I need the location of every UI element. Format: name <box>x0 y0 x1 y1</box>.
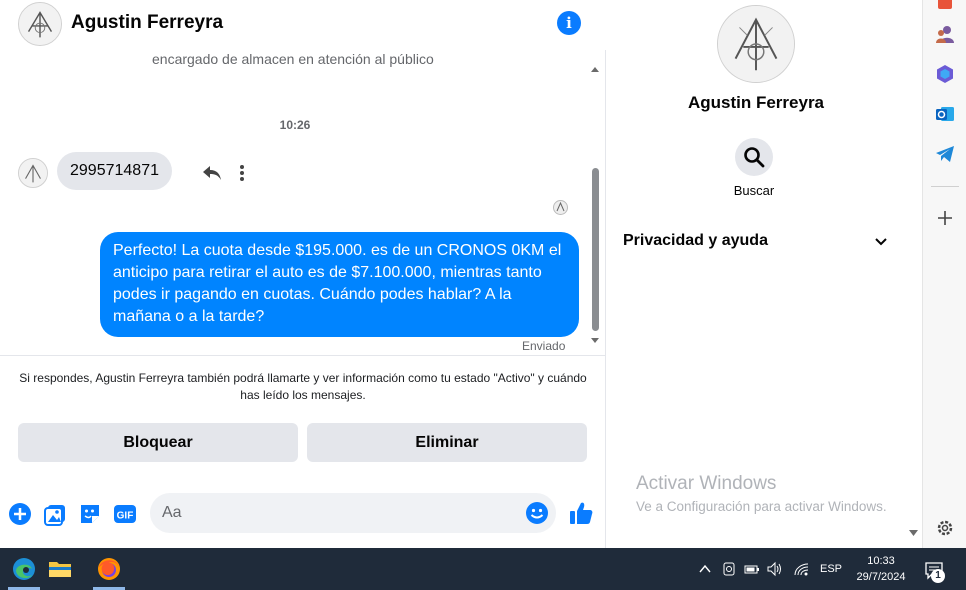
block-button[interactable]: Bloquear <box>18 423 298 462</box>
message-input-wrapper <box>150 493 556 533</box>
activate-windows-subtitle: Ve a Configuración para activar Windows. <box>636 499 887 514</box>
volume-icon[interactable] <box>767 561 783 577</box>
message-status: Enviado <box>522 339 566 353</box>
sidebar-divider <box>931 186 959 187</box>
battery-icon[interactable] <box>744 561 760 577</box>
outlook-icon[interactable] <box>935 104 955 124</box>
message-scrollbar[interactable] <box>592 168 599 331</box>
tools-icon[interactable] <box>935 0 955 12</box>
conversation-info-panel: Agustin Ferreyra Buscar Privacidad y ayu… <box>607 0 922 548</box>
settings-icon[interactable] <box>935 518 955 538</box>
message-input[interactable] <box>162 493 512 533</box>
clock-time: 10:33 <box>867 555 895 567</box>
search-button[interactable] <box>735 138 773 176</box>
search-icon <box>744 147 765 168</box>
tray-chevron-up-icon[interactable] <box>697 561 713 577</box>
chevron-down-icon <box>875 238 887 246</box>
panel-scroll-down-icon[interactable] <box>909 530 918 537</box>
read-receipt-avatar-icon <box>553 200 568 215</box>
meet-now-icon[interactable] <box>721 561 737 577</box>
clock[interactable]: 10:33 29/7/2024 <box>846 553 916 585</box>
plus-icon[interactable] <box>8 502 32 526</box>
wifi-icon[interactable] <box>793 561 809 577</box>
people-icon[interactable] <box>935 24 955 44</box>
privacy-notice: Si respondes, Agustin Ferreyra también p… <box>19 371 587 402</box>
more-options-icon[interactable] <box>239 164 245 182</box>
privacy-help-label: Privacidad y ayuda <box>623 232 768 249</box>
browser-sidebar <box>922 0 966 548</box>
edge-icon <box>13 558 35 580</box>
firefox-icon <box>98 558 120 580</box>
privacy-help-section[interactable]: Privacidad y ayuda <box>623 228 893 256</box>
activate-windows-title: Activar Windows <box>636 473 777 494</box>
svg-text:GIF: GIF <box>117 511 134 522</box>
message-timestamp: 10:26 <box>279 118 311 132</box>
gif-icon[interactable]: GIF <box>113 502 137 526</box>
sender-avatar[interactable] <box>18 158 48 188</box>
message-list[interactable]: encargado de almacen en atención al públ… <box>0 50 606 355</box>
info-icon[interactable]: i <box>557 11 581 35</box>
language-indicator[interactable]: ESP <box>820 563 842 575</box>
photo-icon[interactable] <box>44 502 68 526</box>
add-icon[interactable] <box>935 208 955 228</box>
clock-date: 29/7/2024 <box>856 571 906 583</box>
composer: GIF <box>0 488 606 540</box>
like-icon[interactable] <box>568 500 594 526</box>
emoji-icon[interactable] <box>525 501 549 525</box>
sticker-icon[interactable] <box>78 502 102 526</box>
screen: Agustin Ferreyra i encargado de almacen … <box>0 0 966 590</box>
chat-panel: Agustin Ferreyra i encargado de almacen … <box>0 0 606 548</box>
taskbar-app-file-explorer[interactable] <box>36 548 84 590</box>
outgoing-message-bubble[interactable]: Perfecto! La cuota desde $195.000. es de… <box>100 232 579 337</box>
incoming-message-bubble[interactable]: 2995714871 <box>57 152 172 190</box>
profile-name: Agustin Ferreyra <box>687 93 825 112</box>
divider <box>0 355 606 356</box>
chat-header: Agustin Ferreyra i <box>0 0 606 50</box>
file-explorer-icon <box>49 562 71 577</box>
windows-taskbar: ESP 10:33 29/7/2024 1 <box>0 548 966 590</box>
scroll-up-arrow-icon[interactable] <box>590 65 600 73</box>
contact-name[interactable]: Agustin Ferreyra <box>71 12 223 34</box>
scroll-down-arrow-icon[interactable] <box>590 337 600 345</box>
reply-icon[interactable] <box>202 165 222 181</box>
search-label: Buscar <box>733 183 775 198</box>
copilot-icon[interactable] <box>935 64 955 84</box>
telegram-icon[interactable] <box>935 144 955 164</box>
delete-button[interactable]: Eliminar <box>307 423 587 462</box>
notification-count-badge: 1 <box>931 569 945 583</box>
taskbar-app-firefox[interactable] <box>85 548 133 590</box>
clipped-previous-message: encargado de almacen en atención al públ… <box>152 51 434 67</box>
profile-avatar[interactable] <box>717 5 795 83</box>
contact-avatar[interactable] <box>18 2 62 46</box>
